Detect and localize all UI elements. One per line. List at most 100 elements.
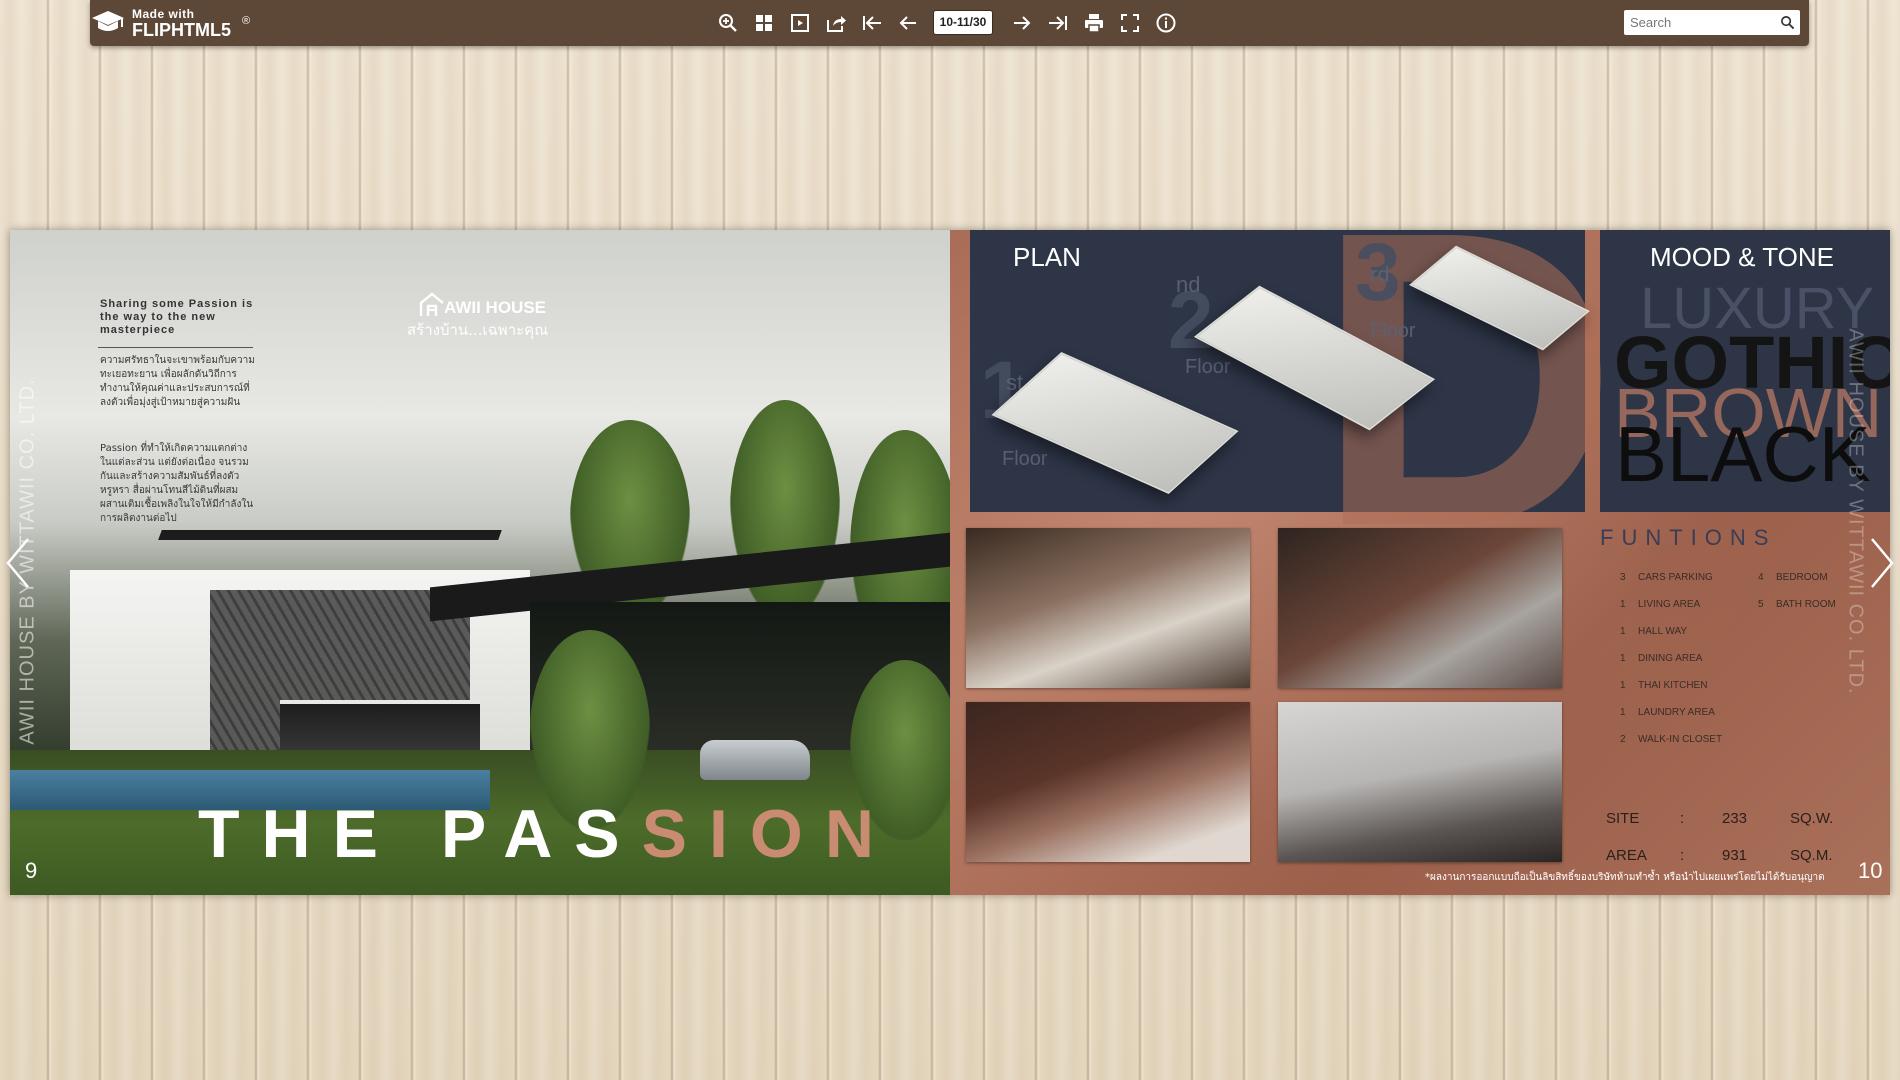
floor-3-label: Floor xyxy=(1370,320,1416,342)
mood-word-black: BLACK xyxy=(1615,410,1871,498)
tagline-text: Sharing some Passion is the way to the n… xyxy=(100,298,254,336)
function-label: DINING AREA xyxy=(1638,653,1703,664)
function-count: 1 xyxy=(1620,599,1626,610)
function-count: 2 xyxy=(1620,734,1626,745)
info-icon xyxy=(1156,13,1176,33)
function-label: WALK-IN CLOSET xyxy=(1638,734,1723,745)
house-logo-icon xyxy=(419,292,444,316)
print-icon xyxy=(1085,14,1103,33)
thai-paragraph-1: ความศรัทธาในจะเขาพร้อมกับความทะเยอทะยาน … xyxy=(100,355,255,408)
divider xyxy=(98,347,253,348)
area-colon: : xyxy=(1680,847,1685,864)
site-value: 233 xyxy=(1722,810,1748,827)
bedroom-photo xyxy=(966,702,1250,862)
area-unit: SQ.M. xyxy=(1790,847,1833,864)
single-page-icon xyxy=(791,14,809,32)
function-item: 3 CARS PARKING xyxy=(1620,572,1713,583)
function-label: LAUNDRY AREA xyxy=(1638,707,1715,718)
area-value: 931 xyxy=(1722,847,1748,864)
house-roof-image xyxy=(158,530,502,540)
function-count: 3 xyxy=(1620,572,1626,583)
logo-registered-mark: ® xyxy=(242,15,251,27)
the-passion-title: THE PASSION xyxy=(198,795,896,873)
flipbook-spread[interactable]: AWII HOUSE BY WITTAWII CO. LTD. Sharing … xyxy=(10,230,1890,895)
page-left[interactable]: AWII HOUSE BY WITTAWII CO. LTD. Sharing … xyxy=(10,230,950,895)
share-button[interactable] xyxy=(824,11,848,35)
floor-2-suffix: nd xyxy=(1176,272,1201,297)
floor-2-label: Floor xyxy=(1185,356,1231,378)
function-count: 1 xyxy=(1620,680,1626,691)
plan-label: PLAN xyxy=(1013,242,1081,272)
living-room-photo xyxy=(966,528,1250,688)
previous-page-icon xyxy=(899,16,916,30)
floor-1-label: Floor xyxy=(1002,448,1048,470)
copyright-disclaimer: *ผลงานการออกแบบถือเป็นลิขสิทธิ์ของบริษัท… xyxy=(1425,872,1825,883)
next-page-button[interactable] xyxy=(1010,11,1034,35)
function-count: 4 xyxy=(1758,572,1764,583)
share-icon xyxy=(827,16,846,32)
page-number-left: 9 xyxy=(25,858,38,883)
fullscreen-button[interactable] xyxy=(1118,11,1142,35)
prev-spread-arrow-icon xyxy=(6,538,29,588)
functions-title: FUNTIONS xyxy=(1600,525,1777,550)
fullscreen-icon xyxy=(1121,14,1139,32)
search-icon[interactable] xyxy=(1780,15,1795,30)
function-label: BATH ROOM xyxy=(1776,599,1836,610)
graduation-cap-icon xyxy=(92,11,124,31)
info-button[interactable] xyxy=(1154,11,1178,35)
title-accent-text: SION xyxy=(641,796,896,872)
function-count: 1 xyxy=(1620,626,1626,637)
next-spread-arrow[interactable] xyxy=(1868,535,1898,591)
function-label: CARS PARKING xyxy=(1638,572,1713,583)
function-count: 1 xyxy=(1620,707,1626,718)
function-item: 4 BEDROOM xyxy=(1758,572,1828,583)
function-item: 1 DINING AREA xyxy=(1620,653,1702,664)
thumbnails-button[interactable] xyxy=(752,11,776,35)
site-unit: SQ.W. xyxy=(1790,810,1834,827)
function-label: BEDROOM xyxy=(1776,572,1828,583)
lounge-chair-photo xyxy=(1278,528,1562,688)
single-page-button[interactable] xyxy=(788,11,812,35)
function-item: 1 LIVING AREA xyxy=(1620,599,1700,610)
fliphtml5-logo[interactable]: Made with FLIPHTML5 ® xyxy=(90,3,270,43)
previous-page-button[interactable] xyxy=(896,11,920,35)
area-label: AREA xyxy=(1606,847,1647,864)
brand-name-text: AWII HOUSE xyxy=(444,298,547,317)
function-label: HALL WAY xyxy=(1638,626,1688,637)
brand-slogan-text: สร้างบ้าน...เฉพาะคุณ xyxy=(407,321,549,339)
thai-paragraph-2: Passion ที่ทำให้เกิดความแตกต่าง ในแต่ละส… xyxy=(100,443,254,524)
next-spread-arrow-icon xyxy=(1871,538,1894,588)
music-room-photo xyxy=(1278,702,1562,862)
page-number-input[interactable]: 10-11/30 xyxy=(933,10,993,35)
next-page-icon xyxy=(1014,16,1031,30)
search-box xyxy=(1624,10,1800,35)
first-page-button[interactable] xyxy=(860,11,884,35)
page-right[interactable]: D PLAN MOOD & TONE 1 st Floor 2 nd Floor… xyxy=(950,230,1890,895)
function-label: THAI KITCHEN xyxy=(1638,680,1708,691)
previous-spread-arrow[interactable] xyxy=(2,535,32,591)
site-colon: : xyxy=(1680,810,1685,827)
mood-tone-label: MOOD & TONE xyxy=(1650,242,1834,272)
print-button[interactable] xyxy=(1082,11,1106,35)
function-item: 1 HALL WAY xyxy=(1620,626,1687,637)
car-image xyxy=(700,740,810,780)
function-label: LIVING AREA xyxy=(1638,599,1701,610)
page-number-right: 10 xyxy=(1858,858,1883,883)
first-page-icon xyxy=(863,16,881,30)
thumbnails-icon xyxy=(756,15,772,31)
vertical-watermark-text: AWII HOUSE BY WITTAWII CO. LTD. xyxy=(1844,328,1867,695)
site-label: SITE xyxy=(1606,810,1640,827)
function-count: 5 xyxy=(1758,599,1764,610)
function-item: 1 THAI KITCHEN xyxy=(1620,680,1707,691)
function-item: 1 LAUNDRY AREA xyxy=(1620,707,1715,718)
floor-3-suffix: rd xyxy=(1370,262,1390,287)
function-count: 1 xyxy=(1620,653,1626,664)
zoom-in-icon xyxy=(719,14,737,32)
last-page-button[interactable] xyxy=(1046,11,1070,35)
function-item: 2 WALK-IN CLOSET xyxy=(1620,734,1722,745)
top-toolbar: Made with FLIPHTML5 ® 10-11/30 Search xyxy=(90,0,1809,46)
search-input[interactable] xyxy=(1630,12,1770,32)
last-page-icon xyxy=(1049,16,1067,30)
zoom-in-button[interactable] xyxy=(716,11,740,35)
logo-made-with-text: Made with xyxy=(132,7,195,21)
